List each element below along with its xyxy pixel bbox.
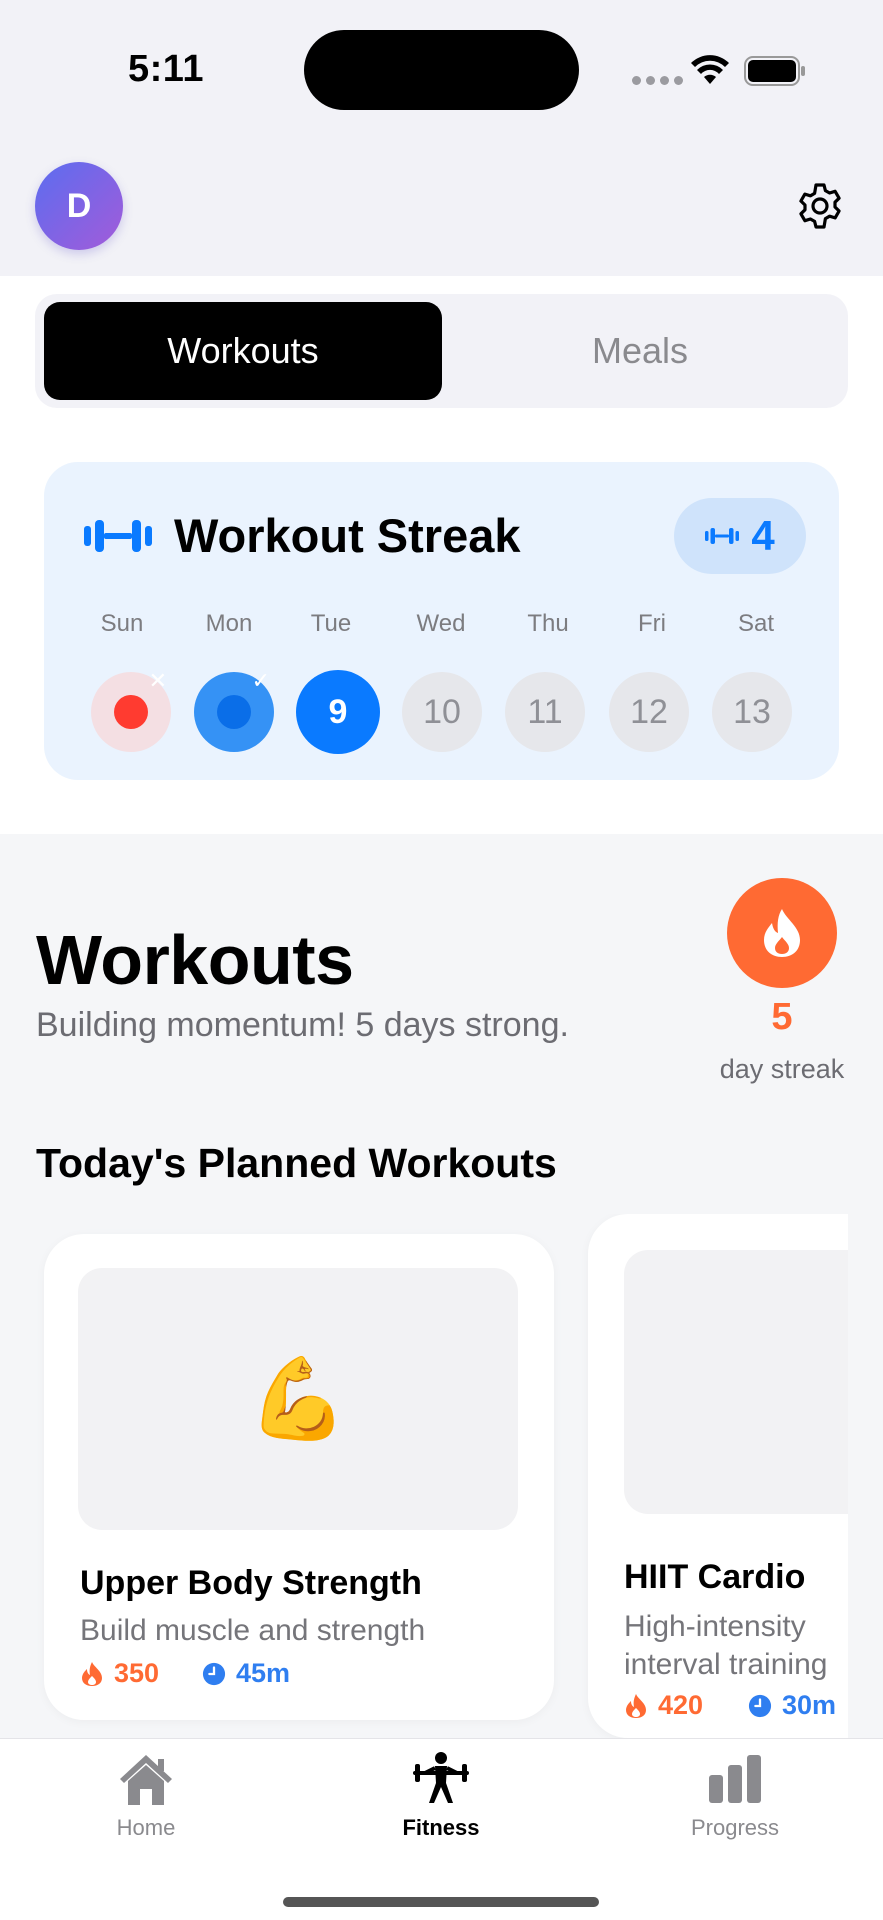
workout-description: High-intensity interval training <box>624 1610 828 1681</box>
wifi-icon <box>691 55 729 84</box>
weekday-label: Thu <box>527 610 569 637</box>
status-time: 5:11 <box>128 48 204 90</box>
workout-cards-carousel[interactable]: 💪 Upper Body Strength Build muscle and s… <box>0 1214 848 1738</box>
workout-duration: 30m <box>748 1690 836 1721</box>
page-title: Workouts <box>36 921 354 999</box>
tab-workouts[interactable]: Workouts <box>44 302 442 400</box>
weekday-label: Wed <box>416 610 466 637</box>
x-mark-icon: ✕ <box>148 668 167 693</box>
house-icon <box>120 1755 172 1805</box>
workout-streak-card: Workout Streak 4 Sun Mon Tue Wed Thu Fri… <box>44 462 839 780</box>
flexed-biceps-icon: 💪 <box>248 1352 348 1445</box>
weekday-label: Sat <box>737 610 775 637</box>
day-sun-missed[interactable]: ✕ <box>91 668 171 752</box>
weekday-label: Sun <box>100 610 144 637</box>
gear-icon[interactable] <box>796 182 844 230</box>
cellular-signal-icon <box>632 76 683 85</box>
bar-chart-icon <box>709 1755 761 1803</box>
home-indicator[interactable] <box>283 1897 599 1907</box>
tab-home[interactable]: Home <box>46 1751 246 1861</box>
weekday-label: Fri <box>638 610 666 637</box>
day-fri[interactable]: 12 <box>609 672 689 752</box>
dumbbell-icon <box>705 528 740 544</box>
tab-meals[interactable]: Meals <box>441 302 839 400</box>
page-subtitle: Building momentum! 5 days strong. <box>36 1006 569 1044</box>
week-dates: ✕ ✓ 9 10 11 12 13 <box>44 668 839 756</box>
calories-value: 350 <box>114 1658 160 1688</box>
dynamic-island <box>304 30 579 110</box>
streak-count: 4 <box>751 512 775 559</box>
workouts-section: Workouts Building momentum! 5 days stron… <box>0 834 883 1738</box>
day-thu[interactable]: 11 <box>505 672 585 752</box>
streak-flame-badge <box>727 878 837 988</box>
checkmark-icon: ✓ <box>251 668 270 693</box>
workout-card[interactable]: 💪 Upper Body Strength Build muscle and s… <box>44 1234 554 1720</box>
workout-name: Upper Body Strength <box>80 1564 422 1602</box>
day-tue-today[interactable]: 9 <box>296 670 380 754</box>
streak-title: Workout Streak <box>174 509 521 562</box>
tab-fitness-label: Fitness <box>402 1815 480 1840</box>
streak-days-number: 5 <box>771 996 793 1038</box>
day-sat[interactable]: 13 <box>712 672 792 752</box>
flame-icon <box>626 1693 646 1718</box>
streak-days-label: day streak <box>719 1054 845 1084</box>
tab-home-label: Home <box>116 1815 176 1840</box>
workout-name: HIIT Cardio <box>624 1558 806 1596</box>
workout-image: 💪 <box>78 1268 518 1530</box>
duration-value: 30m <box>782 1690 837 1720</box>
tab-progress[interactable]: Progress <box>635 1751 835 1861</box>
workout-image: 🔥 <box>624 1250 848 1514</box>
calories-value: 420 <box>658 1690 704 1720</box>
flame-icon <box>764 909 800 957</box>
weekday-label: Mon <box>205 610 253 637</box>
section-heading: Today's Planned Workouts <box>36 1140 557 1186</box>
day-mon-completed[interactable]: ✓ <box>194 668 274 752</box>
app-header: D <box>0 150 883 276</box>
workout-calories: 420 <box>624 1690 703 1721</box>
workout-calories: 350 <box>80 1658 159 1689</box>
dumbbell-icon <box>84 520 152 552</box>
status-bar: 5:11 <box>0 0 883 150</box>
weightlifter-icon <box>413 1752 469 1803</box>
flame-icon <box>82 1661 102 1686</box>
day-wed[interactable]: 10 <box>402 672 482 752</box>
battery-icon <box>744 56 805 86</box>
workout-duration: 45m <box>202 1658 290 1689</box>
clock-icon <box>202 1662 226 1685</box>
duration-value: 45m <box>236 1658 291 1688</box>
tab-fitness[interactable]: Fitness <box>341 1751 541 1861</box>
weekday-labels: Sun Mon Tue Wed Thu Fri Sat <box>44 610 839 640</box>
workout-description: Build muscle and strength <box>80 1614 426 1647</box>
weekday-label: Tue <box>310 610 352 637</box>
tab-progress-label: Progress <box>690 1815 780 1840</box>
workout-card[interactable]: 🔥 HIIT Cardio High-intensity interval tr… <box>588 1214 848 1738</box>
bottom-tab-bar: Home Fitness Progress <box>0 1738 883 1920</box>
segmented-control: Workouts Meals <box>35 294 848 408</box>
clock-icon <box>748 1694 772 1717</box>
streak-count-badge: 4 <box>674 498 806 574</box>
main-panel: Workouts Meals Workout Streak 4 Sun Mon … <box>0 276 883 834</box>
avatar[interactable]: D <box>35 162 123 250</box>
